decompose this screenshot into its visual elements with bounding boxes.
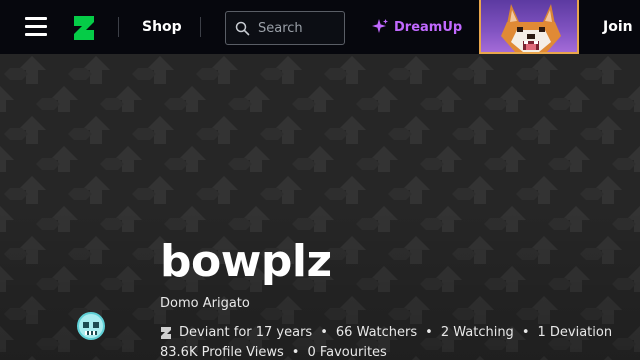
profile-username: bowplz [160, 236, 332, 287]
watching-link[interactable]: 2 Watching [441, 325, 514, 340]
dreamup-button[interactable]: DreamUp [371, 18, 462, 36]
deviantart-logo-icon[interactable] [72, 14, 96, 42]
deviations-link[interactable]: 1 Deviation [537, 325, 612, 340]
profile-views-text: 83.6K Profile Views [160, 345, 284, 360]
favourites-link[interactable]: 0 Favourites [307, 345, 386, 360]
join-link[interactable]: Join [603, 19, 633, 35]
top-navigation-bar: Shop DreamUp [0, 0, 640, 54]
profile-tagline: Domo Arigato [160, 296, 250, 311]
advertisement-banner-image[interactable] [479, 0, 579, 54]
search-input[interactable] [258, 18, 340, 38]
separator-dot: • [425, 325, 433, 340]
separator-dot: • [320, 325, 328, 340]
sparkle-icon [372, 19, 388, 33]
shop-link[interactable]: Shop [142, 19, 182, 35]
dreamup-label: DreamUp [394, 19, 463, 35]
fox-pixel-art-image [501, 4, 561, 52]
divider [200, 17, 201, 37]
profile-stats-row-2: 83.6K Profile Views • 0 Favourites [160, 345, 387, 360]
menu-icon[interactable] [25, 17, 47, 37]
deviant-for-text: Deviant for 17 years [179, 325, 313, 340]
divider [118, 17, 119, 37]
profile-stats-row: Deviant for 17 years • 66 Watchers • 2 W… [160, 325, 612, 340]
search-icon [235, 21, 250, 36]
watchers-link[interactable]: 66 Watchers [336, 325, 417, 340]
avatar-icon[interactable] [75, 311, 107, 341]
separator-dot: • [291, 345, 300, 360]
separator-dot: • [521, 325, 530, 340]
search-box[interactable] [225, 11, 345, 45]
deviantart-badge-icon [161, 326, 171, 339]
